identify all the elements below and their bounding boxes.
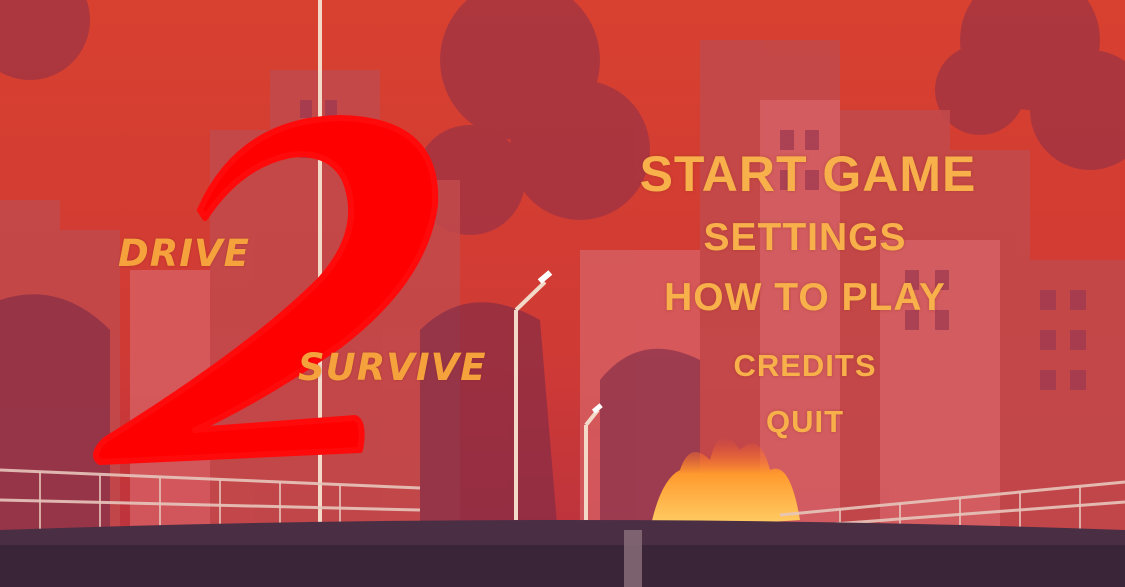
quit-button[interactable]: QUIT	[730, 404, 880, 440]
settings-button[interactable]: SETTINGS	[655, 216, 955, 260]
main-menu-screen: DRIVE 2 SURVIVE START GAME SETTINGS HOW …	[0, 0, 1125, 587]
how-to-play-button[interactable]: HOW TO PLAY	[620, 276, 990, 320]
credits-button[interactable]: CREDITS	[700, 348, 910, 384]
logo-number-stroke	[93, 115, 439, 465]
start-game-button[interactable]: START GAME	[598, 145, 1018, 203]
logo-number-two: 2	[93, 115, 439, 465]
logo-word-survive: SURVIVE	[298, 346, 487, 389]
